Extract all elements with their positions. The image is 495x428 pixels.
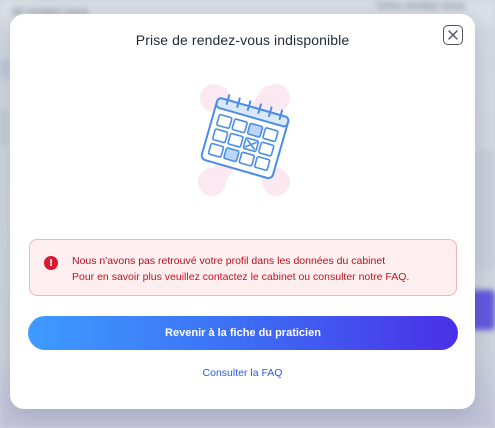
calendar-icon	[198, 84, 290, 196]
error-alert: ! Nous n'avons pas retrouvé votre profil…	[29, 239, 457, 296]
unavailable-booking-modal: Prise de rendez-vous indisponible ! Nous…	[10, 14, 475, 409]
faq-link[interactable]: Consulter la FAQ	[10, 367, 475, 379]
calendar-illustration	[184, 76, 304, 200]
back-to-practitioner-button[interactable]: Revenir à la fiche du praticien	[28, 316, 458, 350]
alert-title: Nous n'avons pas retrouvé votre profil d…	[72, 255, 386, 267]
alert-body: Pour en savoir plus veuillez contactez l…	[72, 271, 410, 283]
modal-title: Prise de rendez-vous indisponible	[135, 32, 350, 48]
close-icon	[448, 30, 458, 40]
close-button[interactable]	[443, 25, 463, 45]
exclamation-icon: !	[44, 256, 58, 270]
